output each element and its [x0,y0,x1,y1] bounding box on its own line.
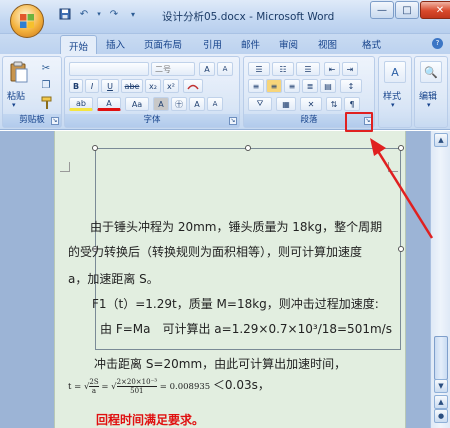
annotation-arrow [370,138,434,239]
